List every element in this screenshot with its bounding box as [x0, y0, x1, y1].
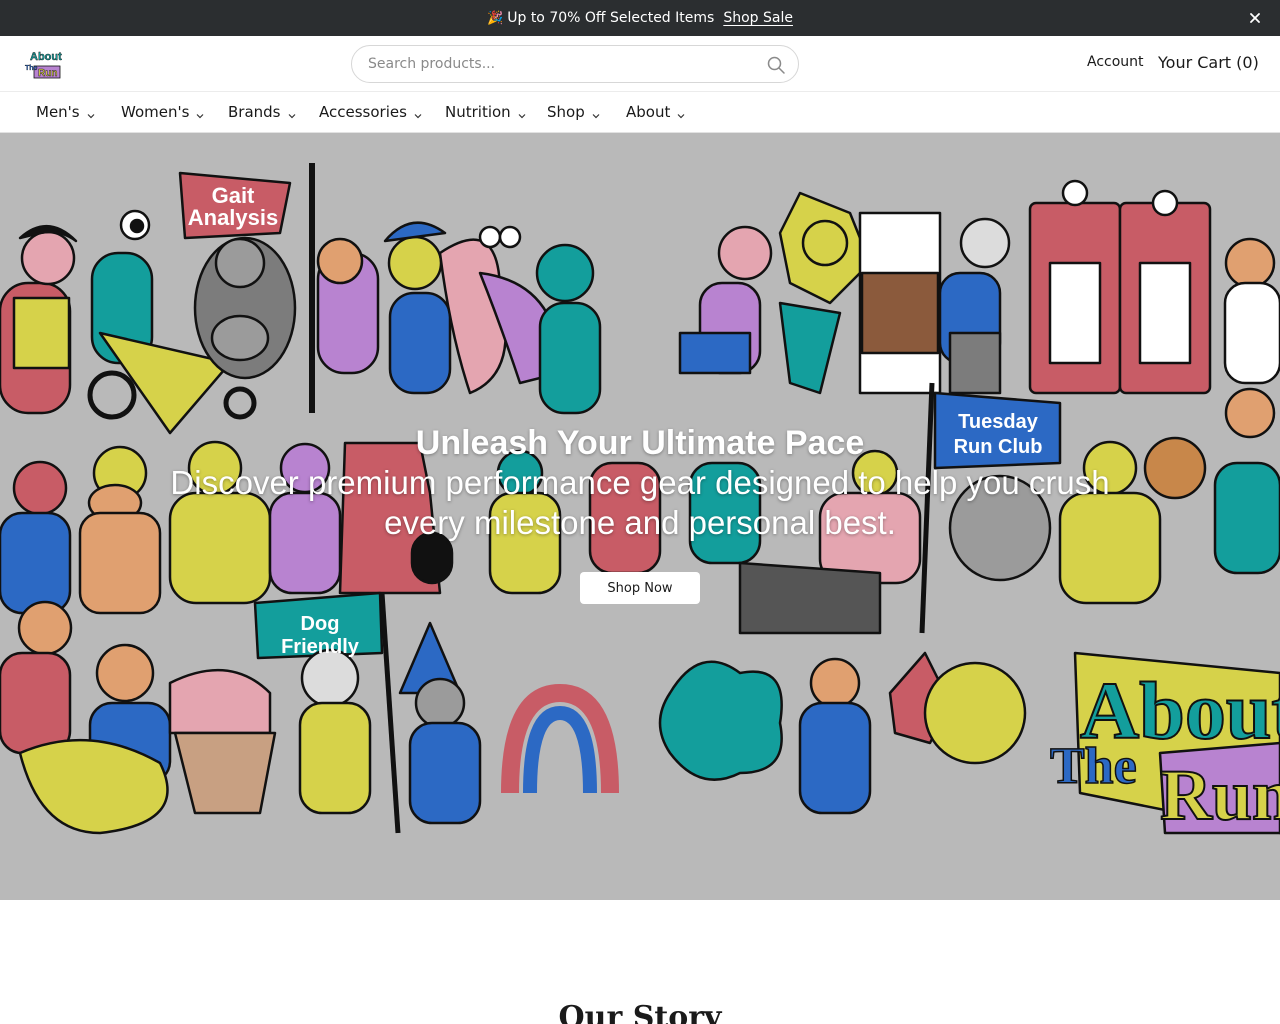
- hero-banner: Gait Analysis Tuesday Run Club Dog Frien…: [0, 133, 1280, 900]
- nav-item-label: Accessories: [319, 103, 407, 121]
- nav-item-label: Nutrition: [445, 103, 511, 121]
- nav-item-label: Shop: [547, 103, 585, 121]
- nav-item-label: Brands: [228, 103, 281, 121]
- site-logo[interactable]: About The Run: [24, 48, 64, 80]
- search-input[interactable]: [368, 46, 758, 82]
- brand-art-run: Run: [1160, 755, 1280, 835]
- chevron-down-icon: [86, 107, 96, 119]
- announcement-bar: 🎉 Up to 70% Off Selected Items Shop Sale: [0, 0, 1280, 36]
- nav-item-brands[interactable]: Brands: [228, 103, 297, 121]
- nav-item-mens[interactable]: Men's: [36, 103, 96, 121]
- search-bar: [351, 45, 799, 83]
- logo-text-run: Run: [38, 68, 57, 79]
- nav-item-about[interactable]: About: [626, 103, 686, 121]
- cart-link[interactable]: Your Cart (0): [1158, 53, 1259, 72]
- nav-item-label: Women's: [121, 103, 190, 121]
- nav-item-womens[interactable]: Women's: [121, 103, 205, 121]
- nav-item-label: Men's: [36, 103, 80, 121]
- logo-text-the: The: [25, 65, 38, 72]
- announcement-message: Up to 70% Off Selected Items: [507, 10, 715, 26]
- search-icon[interactable]: [766, 55, 786, 75]
- hero-title: Unleash Your Ultimate Pace: [415, 424, 865, 462]
- site-header: About The Run Account Your Cart (0): [0, 36, 1280, 92]
- our-story-title: Our Story: [558, 1000, 722, 1024]
- hero-copy: Unleash Your Ultimate Pace Discover prem…: [0, 423, 1280, 543]
- brand-art-the: The: [1050, 738, 1137, 795]
- nav-item-shop[interactable]: Shop: [547, 103, 601, 121]
- hero-subtitle: Discover premium performance gear design…: [170, 464, 1110, 541]
- close-icon[interactable]: [1246, 9, 1264, 27]
- main-nav: Men's Women's Brands Accessories Nutriti…: [0, 92, 1280, 133]
- shop-now-button[interactable]: Shop Now: [580, 572, 700, 604]
- chevron-down-icon: [195, 107, 205, 119]
- chevron-down-icon: [517, 107, 527, 119]
- shop-sale-link[interactable]: Shop Sale: [723, 10, 793, 26]
- dog-banner-line2: Friendly: [281, 636, 360, 658]
- gait-banner-line2: Analysis: [188, 205, 279, 230]
- nav-item-nutrition[interactable]: Nutrition: [445, 103, 527, 121]
- nav-item-accessories[interactable]: Accessories: [319, 103, 423, 121]
- dog-banner-line1: Dog: [301, 613, 340, 635]
- party-emoji: 🎉: [487, 10, 504, 26]
- chevron-down-icon: [676, 107, 686, 119]
- our-story-section: Our Story: [0, 900, 1280, 1024]
- logo-text-about: About: [30, 51, 62, 63]
- nav-item-label: About: [626, 103, 671, 121]
- chevron-down-icon: [413, 107, 423, 119]
- chevron-down-icon: [287, 107, 297, 119]
- chevron-down-icon: [591, 107, 601, 119]
- account-link[interactable]: Account: [1087, 54, 1144, 70]
